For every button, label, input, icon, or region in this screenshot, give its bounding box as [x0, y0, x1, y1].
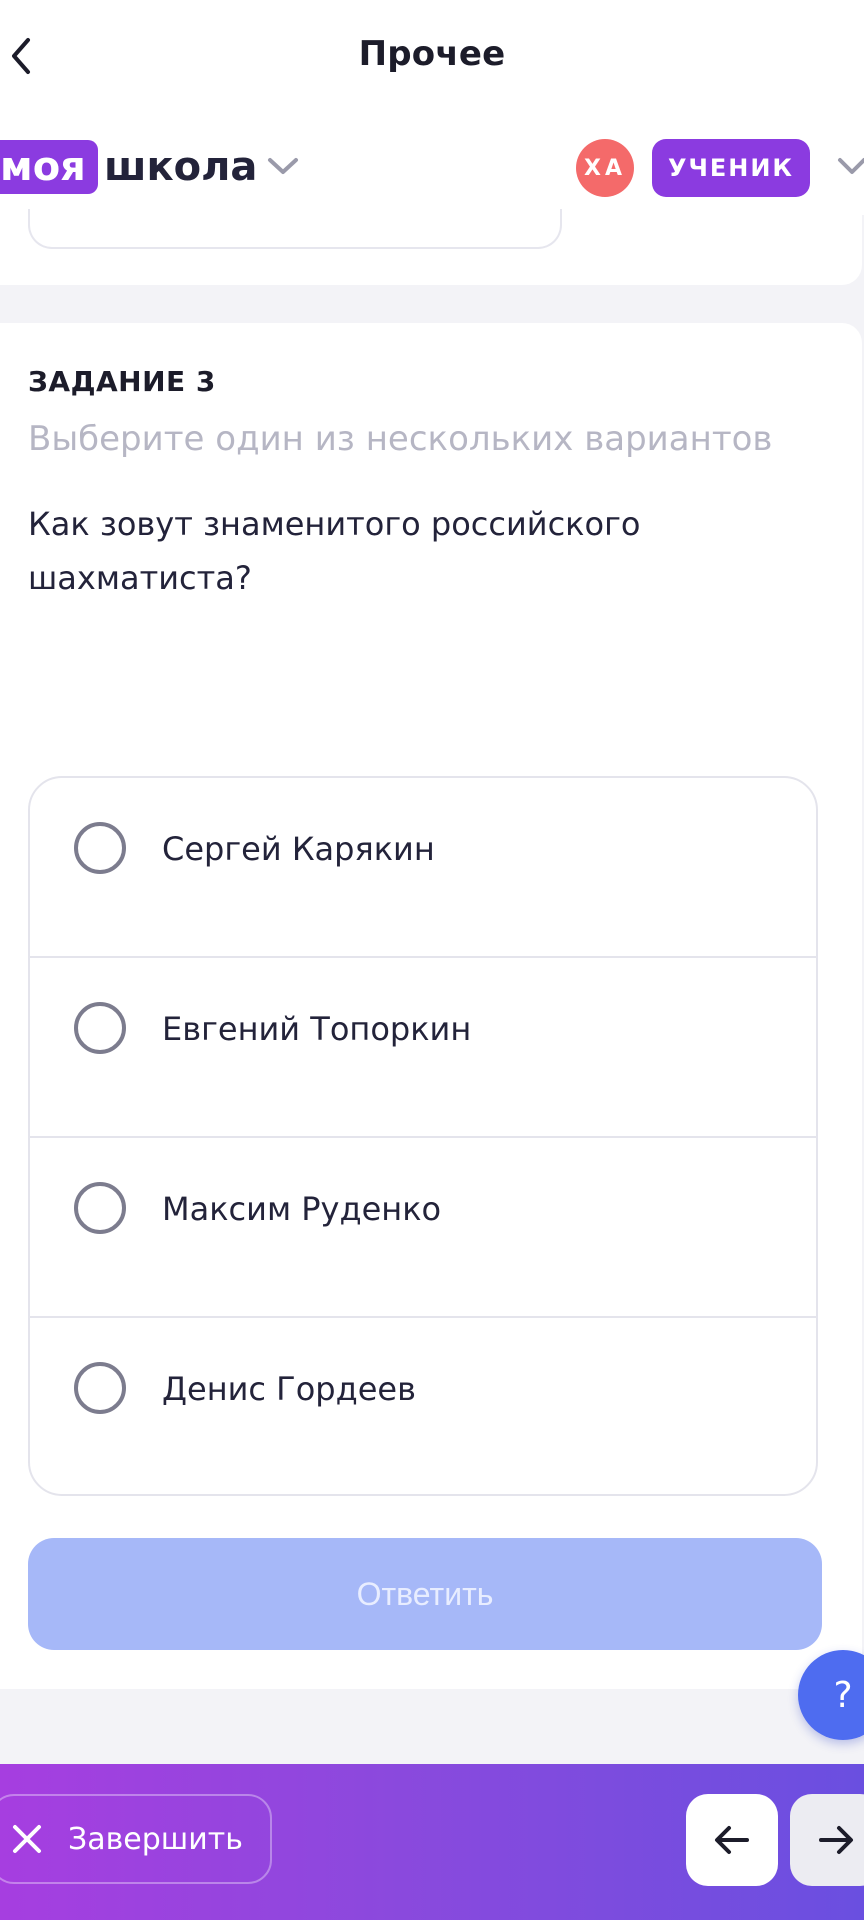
- answer-options: Сергей Карякин Евгений Топоркин Максим Р…: [28, 776, 818, 1496]
- avatar[interactable]: ХА: [576, 139, 634, 197]
- logo-shkola[interactable]: школа: [104, 141, 257, 193]
- bottom-action-bar: Завершить: [0, 1764, 864, 1920]
- top-nav-bar: Прочее: [0, 0, 864, 115]
- task-card: ЗАДАНИЕ 3 Выберите один из нескольких ва…: [0, 323, 862, 1689]
- radio-button[interactable]: [74, 1182, 126, 1234]
- chevron-down-icon[interactable]: [836, 155, 864, 177]
- task-hint: Выберите один из нескольких вариантов: [28, 419, 773, 459]
- answer-option-label: Денис Гордеев: [162, 1370, 416, 1408]
- task-question: Как зовут знаменитого российского шахмат…: [28, 505, 641, 597]
- next-task-button[interactable]: [790, 1794, 864, 1886]
- app-header: моя школа ХА УЧЕНИК: [0, 115, 864, 215]
- chevron-down-icon[interactable]: [266, 155, 300, 177]
- answer-option-label: Максим Руденко: [162, 1190, 442, 1228]
- radio-button[interactable]: [74, 822, 126, 874]
- close-icon: [13, 1825, 41, 1853]
- answer-option-label: Сергей Карякин: [162, 830, 435, 868]
- previous-task-card: [0, 209, 862, 285]
- answer-option[interactable]: Денис Гордеев: [30, 1318, 816, 1494]
- radio-button[interactable]: [74, 1002, 126, 1054]
- finish-button[interactable]: Завершить: [0, 1794, 272, 1884]
- answer-button[interactable]: Ответить: [28, 1538, 822, 1650]
- answer-option-label: Евгений Топоркин: [162, 1010, 472, 1048]
- radio-button[interactable]: [74, 1362, 126, 1414]
- help-icon: ?: [833, 1674, 853, 1716]
- page-title: Прочее: [358, 34, 506, 74]
- previous-task-input: [28, 209, 562, 249]
- logo-moya[interactable]: моя: [0, 140, 98, 194]
- arrow-left-icon: [715, 1826, 749, 1854]
- answer-option[interactable]: Максим Руденко: [30, 1138, 816, 1318]
- answer-option[interactable]: Сергей Карякин: [30, 778, 816, 958]
- previous-task-button[interactable]: [686, 1794, 778, 1886]
- task-label: ЗАДАНИЕ 3: [28, 365, 216, 398]
- arrow-right-icon: [819, 1826, 853, 1854]
- role-badge[interactable]: УЧЕНИК: [652, 139, 810, 197]
- answer-option[interactable]: Евгений Топоркин: [30, 958, 816, 1138]
- finish-label: Завершить: [68, 1821, 243, 1857]
